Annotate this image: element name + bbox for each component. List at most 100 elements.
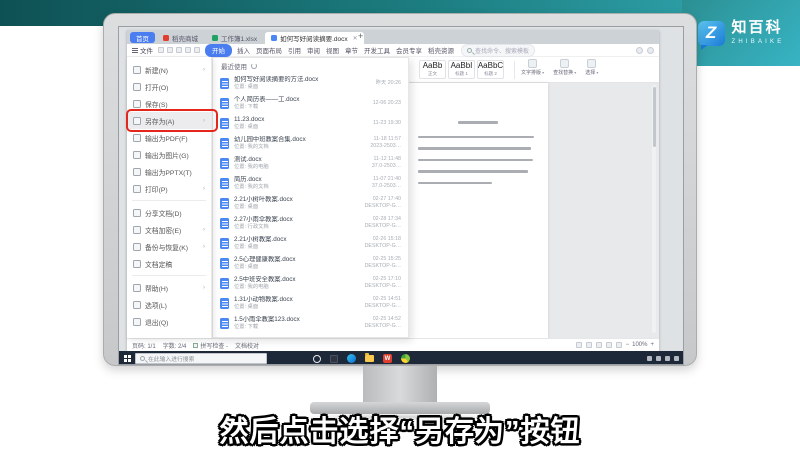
style-preset[interactable]: AaBbI 标题 1 — [448, 60, 475, 79]
avatar-icon[interactable] — [636, 47, 643, 54]
wps-icon[interactable]: W — [383, 354, 392, 363]
file-menu-item[interactable]: 打开(O) — [127, 78, 211, 95]
file-menu-item[interactable]: 分享文档(D) — [127, 204, 211, 221]
recent-file-row[interactable]: 1.31小动物教案.docx 位置: 桌面 02-25 14:51 DESKTO… — [213, 293, 408, 313]
cortana-icon[interactable] — [313, 355, 321, 363]
edge-icon[interactable] — [347, 354, 356, 363]
ribbon-tab[interactable]: 视图 — [326, 45, 339, 55]
file-menu-item[interactable]: 文档加密(E) › — [127, 221, 211, 238]
document-tab[interactable]: 工作簿1.xlsx — [206, 32, 263, 44]
web-view-icon[interactable] — [596, 342, 602, 348]
tab-label: 稻壳商城 — [172, 33, 198, 43]
recent-file-row[interactable]: 1.5小雨伞教案123.docx 位置: 下载 02-25 14:52 DESK… — [213, 313, 408, 333]
zoom-out-button[interactable]: − — [626, 342, 630, 348]
spellcheck-toggle[interactable]: 拼写检查 - — [193, 341, 228, 350]
file-menu-item[interactable]: 输出为PPTX(T) — [127, 163, 211, 180]
ribbon-tab[interactable]: 稻壳资源 — [428, 45, 454, 55]
tab-label: 如何写好阅读摘要.docx — [280, 33, 348, 43]
ribbon-tab[interactable]: 开发工具 — [364, 45, 390, 55]
ribbon-divider — [514, 61, 515, 79]
recent-file-row[interactable]: 11.23.docx 位置: 桌面 11-23 19:30 — [213, 113, 408, 133]
preview-icon[interactable] — [176, 47, 182, 53]
browser-360-icon[interactable] — [401, 354, 410, 363]
ribbon-tab[interactable]: 页面布局 — [256, 45, 282, 55]
style-preset[interactable]: AaBbC 标题 2 — [477, 60, 504, 79]
ribbon-tabs: 插入页面布局引用审阅视图章节开发工具会员专享稻壳资源 — [237, 45, 454, 55]
eye-protect-icon[interactable] — [576, 342, 582, 348]
docx-file-icon — [220, 78, 229, 89]
new-tab-button[interactable]: + — [358, 31, 363, 41]
ribbon-tab[interactable]: 插入 — [237, 45, 250, 55]
recent-file-row[interactable]: 2.27小雨伞教案.docx 位置: 行政文档 02-28 17:34 DESK… — [213, 213, 408, 233]
scrollbar-thumb[interactable] — [653, 87, 656, 147]
taskbar-search[interactable]: 在此输入进行搜索 — [135, 353, 267, 364]
ribbon-button[interactable]: 文字排版 — [521, 59, 544, 76]
recent-file-row[interactable]: 测试.docx 位置: 我的电脑 11-12 11:48 37.0-2503… — [213, 153, 408, 173]
file-device: 37.0-2503… — [372, 183, 401, 190]
sticky-notes-icon[interactable] — [330, 355, 338, 363]
file-location: 位置: 桌面 — [234, 84, 371, 91]
page-view-icon[interactable] — [586, 342, 592, 348]
proofread-button[interactable]: 文档校对 — [235, 341, 259, 350]
file-menu-item[interactable]: 备份与恢复(K) › — [127, 238, 211, 255]
fullscreen-icon[interactable] — [616, 342, 622, 348]
close-icon[interactable]: ✕ — [353, 35, 358, 42]
recent-file-row[interactable]: 如何写好阅读摘要的方法.docx 位置: 桌面 昨天 20:26 — [213, 73, 408, 93]
redo-icon[interactable] — [194, 47, 200, 53]
file-menu-item[interactable]: 输出为PDF(F) — [127, 129, 211, 146]
recent-file-row[interactable]: 2.5中班安全教案.docx 位置: 我的电脑 02-25 17:10 DESK… — [213, 273, 408, 293]
file-menu-item[interactable]: 新建(N) › — [127, 61, 211, 78]
file-date: 11-23 19:30 — [373, 120, 401, 127]
recent-file-row[interactable]: 个人简历表——工.docx 位置: 下载 12-06 20:23 — [213, 93, 408, 113]
ribbon-tab[interactable]: 章节 — [345, 45, 358, 55]
command-search[interactable]: 查找命令、搜索模板 — [461, 44, 535, 57]
save-icon[interactable] — [158, 47, 164, 53]
file-menu-item[interactable]: 保存(S) — [127, 95, 211, 112]
tab-home-ribbon[interactable]: 开始 — [205, 44, 232, 57]
document-page[interactable] — [408, 83, 548, 338]
document-tab[interactable]: 首页 — [130, 32, 155, 43]
file-menu-item-icon — [133, 134, 141, 142]
chevron-right-icon: › — [203, 67, 205, 73]
file-menu-item[interactable]: 文档定稿 — [127, 255, 211, 272]
style-preset[interactable]: AaBb 正文 — [419, 60, 446, 79]
tray-input-icon[interactable] — [647, 356, 652, 361]
recent-file-row[interactable]: 幼儿园中班教案合集.docx 位置: 我的文档 11-18 11:57 2023… — [213, 133, 408, 153]
file-menu-item[interactable]: 输出为图片(G) — [127, 146, 211, 163]
file-menu-item[interactable]: 选项(L) — [127, 296, 211, 313]
tab-file-icon — [271, 35, 277, 41]
start-button[interactable] — [119, 351, 135, 365]
ribbon-tab[interactable]: 审阅 — [307, 45, 320, 55]
file-location: 位置: 桌面 — [234, 304, 360, 311]
refresh-icon[interactable] — [251, 63, 257, 69]
file-menu-item[interactable]: 另存为(A) › — [127, 112, 211, 129]
file-explorer-icon[interactable] — [365, 355, 374, 362]
file-menu-button[interactable]: 文件 — [132, 45, 153, 55]
recent-file-row[interactable]: 2.5心理健康教案.docx 位置: 桌面 02-25 15:25 DESKTO… — [213, 253, 408, 273]
ribbon-button[interactable]: 选择 — [585, 59, 598, 76]
recent-file-row[interactable]: 简历.docx 位置: 我的文档 11-07 21:40 37.0-2503… — [213, 173, 408, 193]
tray-battery-icon[interactable] — [674, 356, 679, 361]
vertical-scrollbar[interactable] — [652, 85, 656, 333]
recent-file-row[interactable]: 2.21小树教案.docx 位置: 桌面 02-26 15:18 DESKTOP… — [213, 233, 408, 253]
file-menu-item[interactable]: 打印(P) › — [127, 180, 211, 197]
tray-network-icon[interactable] — [656, 356, 661, 361]
ribbon-tab[interactable]: 引用 — [288, 45, 301, 55]
brand-title: 知百科 — [732, 20, 785, 37]
ribbon-button[interactable]: 查找替换 — [553, 59, 576, 76]
zoom-in-button[interactable]: + — [650, 342, 654, 348]
undo-icon[interactable] — [185, 47, 191, 53]
recent-files-list: 如何写好阅读摘要的方法.docx 位置: 桌面 昨天 20:26 — [213, 73, 408, 333]
document-tab[interactable]: 稻壳商城 — [157, 32, 204, 44]
file-menu-item[interactable]: 帮助(H) › — [127, 279, 211, 296]
bell-icon[interactable] — [647, 47, 654, 54]
file-menu-label: 文件 — [140, 45, 153, 55]
document-tab[interactable]: 如何写好阅读摘要.docx ✕ — [265, 32, 364, 44]
print-icon[interactable] — [167, 47, 173, 53]
ribbon-tab[interactable]: 会员专享 — [396, 45, 422, 55]
tray-volume-icon[interactable] — [665, 356, 670, 361]
outline-view-icon[interactable] — [606, 342, 612, 348]
file-location: 位置: 我的电脑 — [234, 164, 367, 171]
recent-file-row[interactable]: 2.21小树叶教案.docx 位置: 桌面 02-27 17:40 DESKTO… — [213, 193, 408, 213]
file-menu-item[interactable]: 退出(Q) — [127, 313, 211, 330]
